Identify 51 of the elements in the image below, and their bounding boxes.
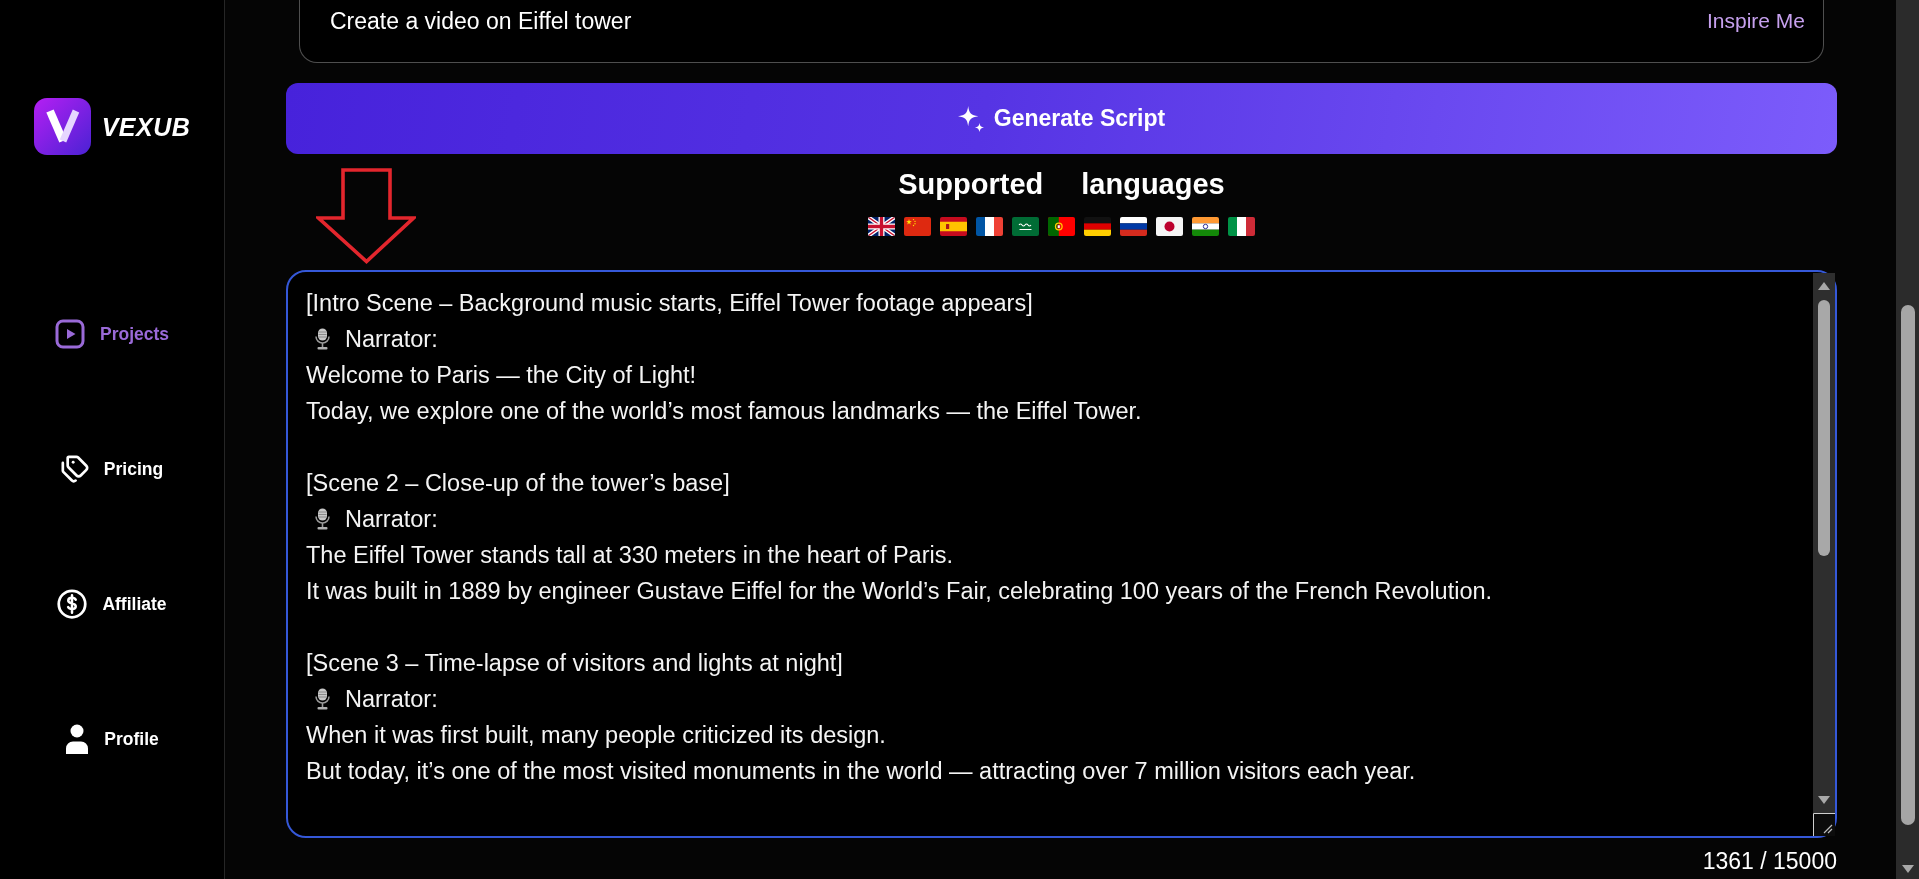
languages-heading: Supported languages (898, 167, 1225, 201)
speaker-label: Narrator: (345, 325, 438, 354)
scene-heading: [Scene 3 – Time-lapse of visitors and lights at night] (306, 649, 843, 678)
scroll-down-arrow-icon[interactable] (1818, 796, 1830, 804)
saudi-arabia-flag-icon (1012, 217, 1039, 236)
tags-icon (60, 455, 89, 483)
spain-flag-icon (940, 217, 967, 236)
russia-flag-icon (1120, 217, 1147, 236)
script-line: When it was first built, many people criticized its design. (306, 721, 886, 750)
script-line: Today, we explore one of the world’s most famous landmarks — the Eiffel Tower. (306, 397, 1142, 426)
scene-heading: [Intro Scene – Background music starts, Eiffel Tower footage appears] (306, 289, 1033, 318)
sidebar-item[interactable]: Profile (65, 724, 159, 754)
scroll-up-arrow-icon[interactable] (1818, 282, 1830, 290)
scroll-down-arrow-icon[interactable] (1901, 865, 1914, 873)
play-square-icon (54, 319, 85, 349)
france-flag-icon (976, 217, 1003, 236)
speaker-label: Narrator: (345, 505, 438, 534)
page-scrollbar[interactable] (1896, 0, 1919, 879)
logo-icon (33, 98, 91, 155)
script-line: Welcome to Paris — the City of Light! (306, 361, 697, 390)
script-textarea[interactable] (286, 270, 1837, 838)
microphone-icon (314, 688, 331, 710)
italy-flag-icon (1228, 217, 1255, 236)
inspire-me-link[interactable]: Inspire Me (1706, 6, 1805, 36)
china-flag-icon (904, 217, 931, 236)
sparkle-icon (957, 105, 984, 132)
brand-name: VEXUB (101, 111, 191, 142)
script-line: It was built in 1889 by engineer Gustave Eiffel for the World’s Fair, celebrating 100 years of the French Revolution. (306, 577, 1493, 606)
script-line: But today, it’s one of the most visited monuments in the world — attracting over 7 million visitors each year. (306, 757, 1416, 786)
sidebar-item[interactable]: Affiliate (57, 589, 167, 619)
script-line: The Eiffel Tower stands tall at 330 meters in the heart of Paris. (306, 541, 954, 570)
sidebar-item[interactable]: Projects (54, 319, 170, 349)
microphone-icon (314, 328, 331, 350)
germany-flag-icon (1084, 217, 1111, 236)
textarea-scrollbar[interactable] (1813, 273, 1835, 813)
scrollbar-thumb[interactable] (1818, 300, 1830, 556)
scene-heading: [Scene 2 – Close-up of the tower’s base] (306, 469, 730, 498)
india-flag-icon (1192, 217, 1219, 236)
generate-script-button[interactable]: Generate Script (286, 83, 1837, 154)
scrollbar-thumb[interactable] (1900, 305, 1915, 825)
japan-flag-icon (1156, 217, 1183, 236)
sidebar-item[interactable]: Pricing (60, 454, 164, 484)
resize-handle[interactable] (1813, 813, 1835, 836)
portugal-flag-icon (1048, 217, 1075, 236)
character-counter: 1361 / 15000 (1702, 848, 1837, 874)
microphone-icon (314, 508, 331, 530)
prompt-field[interactable]: Create a video on Eiffel tower Inspire Me (299, 0, 1824, 63)
speaker-label: Narrator: (345, 685, 438, 714)
person-icon (65, 724, 90, 754)
uk-flag-icon (868, 217, 895, 236)
dollar-circle-icon (57, 589, 88, 619)
